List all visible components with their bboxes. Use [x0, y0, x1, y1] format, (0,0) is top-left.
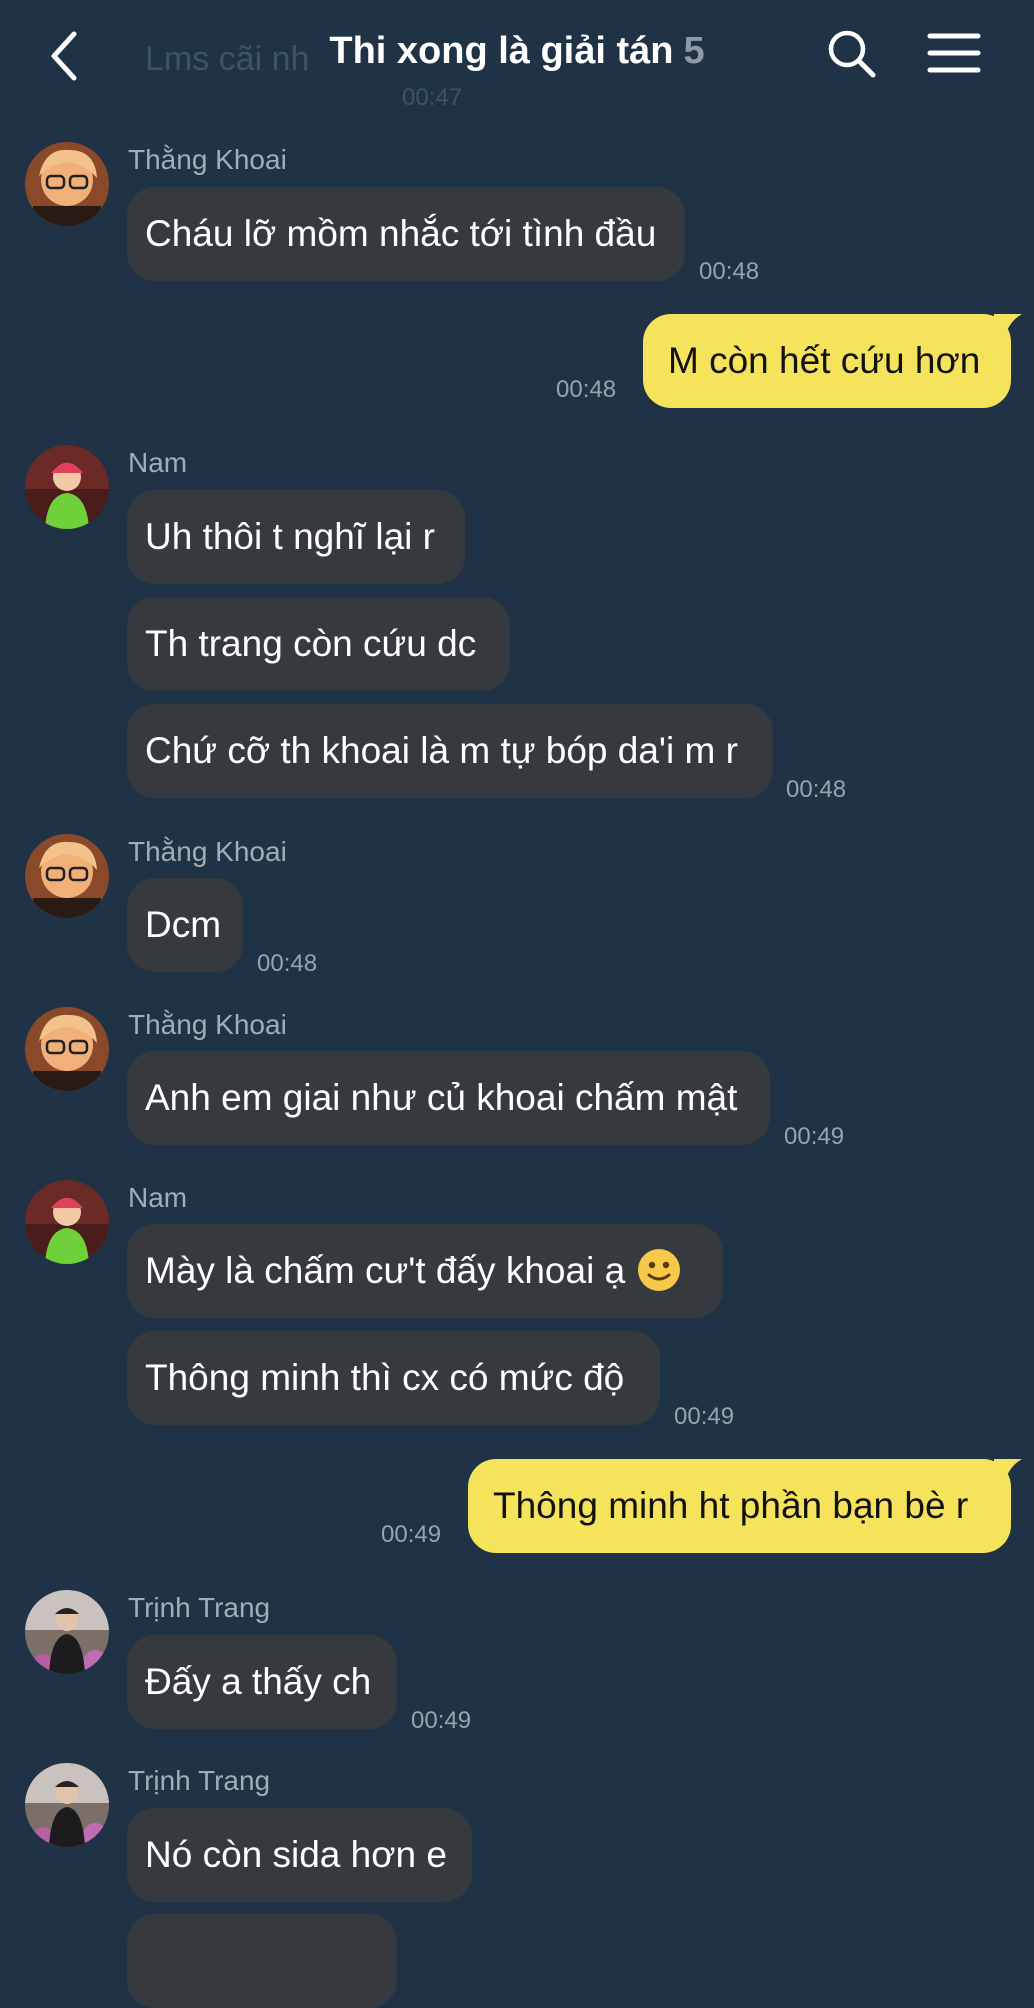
- avatar-thang-khoai[interactable]: [25, 1007, 109, 1091]
- message-time: 00:48: [786, 776, 847, 803]
- menu-button[interactable]: [926, 30, 982, 76]
- my-message-bubble[interactable]: M còn hết cứu hơn: [643, 314, 1011, 408]
- message-time: 00:49: [381, 1521, 442, 1548]
- avatar-image: [25, 1763, 109, 1847]
- avatar-trinh-trang[interactable]: [25, 1590, 109, 1674]
- sender-name: Thằng Khoai: [128, 1009, 287, 1040]
- avatar-nam[interactable]: [25, 445, 109, 529]
- message-bubble[interactable]: Đấy a thấy ch: [127, 1635, 397, 1729]
- sender-name: Nam: [128, 1182, 188, 1213]
- chat-title-text: Thi xong là giải tán: [329, 30, 674, 72]
- message-bubble[interactable]: Dcm: [127, 878, 243, 972]
- avatar-nam[interactable]: [25, 1180, 109, 1264]
- my-message-bubble[interactable]: Thông minh ht phần bạn bè r: [468, 1459, 1011, 1553]
- message-bubble[interactable]: Mày là chấm cư't đấy khoai ạ: [127, 1224, 723, 1318]
- avatar-image: [25, 1180, 109, 1264]
- avatar-image: [25, 1007, 109, 1091]
- avatar-trinh-trang[interactable]: [25, 1763, 109, 1847]
- chat-header: Lms cãi nh 00:47 Thi xong là giải tán 5: [0, 0, 1034, 112]
- bubble-tail: [994, 314, 1022, 340]
- message-bubble[interactable]: Thông minh thì cx có mức độ: [127, 1331, 660, 1425]
- sender-name: Nam: [128, 447, 188, 478]
- avatar-thang-khoai[interactable]: [25, 834, 109, 918]
- message-bubble[interactable]: Uh thôi t nghĩ lại r: [127, 490, 465, 584]
- sender-name: Trịnh Trang: [128, 1765, 271, 1796]
- sender-name: Thằng Khoai: [128, 144, 287, 175]
- message-time: 00:48: [699, 258, 760, 285]
- message-bubble[interactable]: Anh em giai như củ khoai chấm mật: [127, 1051, 770, 1145]
- hamburger-menu-icon: [927, 33, 981, 73]
- sender-name: Trịnh Trang: [128, 1592, 271, 1623]
- message-time: 00:48: [556, 376, 617, 403]
- avatar-image: [25, 142, 109, 226]
- message-bubble[interactable]: Chứ cỡ th khoai là m tự bóp da'i m r: [127, 704, 773, 798]
- message-bubble[interactable]: Nó còn sida hơn e: [127, 1808, 472, 1902]
- sender-name: Thằng Khoai: [128, 836, 287, 867]
- message-time: 00:48: [257, 950, 318, 977]
- avatar-image: [25, 834, 109, 918]
- search-icon: [828, 30, 876, 78]
- message-bubble-partial[interactable]: [127, 1914, 397, 2008]
- message-time: 00:49: [674, 1403, 735, 1430]
- message-bubble[interactable]: Th trang còn cứu dc: [127, 597, 510, 691]
- chat-title[interactable]: Thi xong là giải tán 5: [0, 30, 1034, 73]
- message-time: 00:49: [784, 1123, 845, 1150]
- message-bubble[interactable]: Cháu lỡ mồm nhắc tới tình đầu: [127, 187, 685, 281]
- search-button[interactable]: [826, 28, 878, 80]
- member-count: 5: [683, 30, 705, 72]
- avatar-image: [25, 1590, 109, 1674]
- bubble-tail: [994, 1459, 1022, 1485]
- avatar-image: [25, 445, 109, 529]
- scrolled-time-ghost: 00:47: [402, 84, 463, 111]
- slightly-smiling-face-emoji: [638, 1249, 681, 1292]
- message-time: 00:49: [411, 1707, 472, 1734]
- avatar-thang-khoai[interactable]: [25, 142, 109, 226]
- message-text: Mày là chấm cư't đấy khoai ạ: [145, 1250, 626, 1291]
